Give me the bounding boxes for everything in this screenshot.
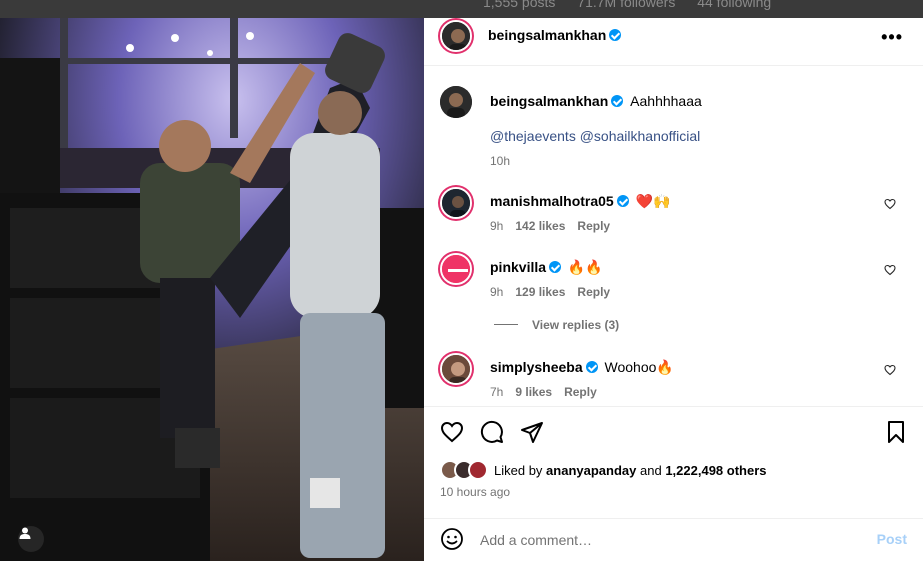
comment-time: 9h — [490, 285, 504, 299]
comment-username[interactable]: simplysheeba — [490, 359, 583, 375]
comment-line: manishmalhotra05 ❤️🙌 — [490, 192, 670, 210]
comment-text: Woohoo🔥 — [604, 359, 674, 375]
post-actions-bar — [424, 408, 923, 452]
more-options-icon[interactable]: ••• — [881, 27, 903, 48]
caption-line: beingsalmankhan Aahhhhaaa — [490, 92, 702, 110]
comment-item: pinkvilla 🔥🔥 9h 129 likes Reply — [440, 253, 910, 305]
caption-author-avatar[interactable] — [440, 86, 472, 118]
verified-badge-icon — [549, 261, 562, 273]
post-comment-button[interactable]: Post — [877, 531, 907, 547]
author-username[interactable]: beingsalmankhan — [488, 27, 606, 43]
add-comment-bar: Post — [424, 518, 923, 561]
comment-username[interactable]: manishmalhotra05 — [490, 193, 614, 209]
liked-by-row: Liked by ananyapanday and 1,222,498 othe… — [440, 460, 767, 480]
comment-item: simplysheeba Woohoo🔥 7h 9 likes Reply — [440, 353, 910, 405]
verified-badge-icon — [585, 361, 598, 373]
comment-like-heart-icon[interactable] — [884, 264, 896, 276]
comment-meta: 7h 9 likes Reply — [490, 383, 597, 401]
comment-reply-button[interactable]: Reply — [577, 219, 610, 233]
caption-text: Aahhhhaaa — [630, 93, 702, 109]
post-timestamp[interactable]: 10 hours ago — [440, 485, 510, 499]
comment-text: ❤️🙌 — [635, 193, 671, 209]
replies-divider — [494, 324, 518, 325]
liked-by-prefix: Liked by — [494, 462, 543, 478]
post-header: beingsalmankhan ••• — [424, 18, 923, 66]
caption-username[interactable]: beingsalmankhan — [490, 93, 608, 109]
save-bookmark-icon[interactable] — [884, 420, 908, 444]
comment-line: pinkvilla 🔥🔥 — [490, 258, 603, 276]
author-name-wrap: beingsalmankhan — [488, 27, 622, 45]
comment-text: 🔥🔥 — [567, 259, 603, 275]
tagged-people-button[interactable] — [18, 526, 44, 552]
comment-time: 9h — [490, 219, 504, 233]
liked-by-and: and — [640, 462, 662, 478]
followers-count: 71.7M followers — [577, 0, 676, 10]
author-avatar[interactable] — [440, 20, 472, 52]
post-details-panel: beingsalmankhan ••• beingsalmankhan Aahh… — [424, 18, 923, 561]
user-icon — [19, 527, 31, 539]
comment-username[interactable]: pinkvilla — [490, 259, 546, 275]
emoji-icon[interactable] — [440, 527, 464, 551]
comment-input[interactable] — [480, 527, 840, 553]
avatar-image — [442, 189, 470, 217]
posts-count: 1,555 posts — [483, 0, 556, 10]
comment-bubble-icon[interactable] — [480, 420, 504, 444]
post-photo[interactable] — [0, 18, 424, 561]
likes-count[interactable]: 1,222,498 others — [665, 463, 766, 478]
comment-meta: 9h 129 likes Reply — [490, 283, 610, 301]
commenter-avatar[interactable] — [440, 353, 472, 385]
comment-likes[interactable]: 9 likes — [515, 385, 552, 399]
avatar-image — [442, 355, 470, 383]
comment-item: manishmalhotra05 ❤️🙌 9h 142 likes Reply — [440, 187, 910, 239]
liked-by-text: Liked by ananyapanday and 1,222,498 othe… — [494, 463, 767, 478]
verified-badge-icon — [616, 195, 629, 207]
comment-likes[interactable]: 129 likes — [515, 285, 565, 299]
caption-time: 10h — [490, 154, 511, 168]
verified-badge-icon — [609, 29, 622, 41]
liked-by-user[interactable]: ananyapanday — [546, 463, 636, 478]
comment-likes[interactable]: 142 likes — [515, 219, 565, 233]
background-profile-stats: 1,555 posts 71.7M followers 44 following — [483, 0, 789, 10]
comment-like-heart-icon[interactable] — [884, 198, 896, 210]
avatar-image — [442, 22, 470, 50]
comment-like-heart-icon[interactable] — [884, 364, 896, 376]
photo-illustration — [0, 18, 424, 561]
pinkvilla-logo-icon — [442, 255, 470, 283]
comment-meta: 9h 142 likes Reply — [490, 217, 610, 235]
liker-avatar — [468, 460, 488, 480]
following-count: 44 following — [697, 0, 772, 10]
comment-line: simplysheeba Woohoo🔥 — [490, 358, 674, 376]
commenter-avatar[interactable] — [440, 253, 472, 285]
comment-time: 7h — [490, 385, 504, 399]
liker-avatars[interactable] — [440, 460, 492, 480]
like-heart-icon[interactable] — [440, 420, 464, 444]
comment-reply-button[interactable]: Reply — [564, 385, 597, 399]
comments-list[interactable]: beingsalmankhan Aahhhhaaa @thejaevents @… — [424, 67, 923, 407]
share-send-icon[interactable] — [520, 420, 544, 444]
background-profile-strip: 1,555 posts 71.7M followers 44 following — [0, 0, 923, 18]
view-replies-button[interactable]: View replies (3) — [494, 318, 619, 332]
commenter-avatar[interactable] — [440, 187, 472, 219]
verified-badge-icon — [611, 95, 624, 107]
avatar-image — [440, 86, 472, 118]
comment-reply-button[interactable]: Reply — [577, 285, 610, 299]
caption-mentions[interactable]: @thejaevents @sohailkhanofficial — [490, 127, 700, 145]
view-replies-label: View replies (3) — [532, 318, 620, 332]
